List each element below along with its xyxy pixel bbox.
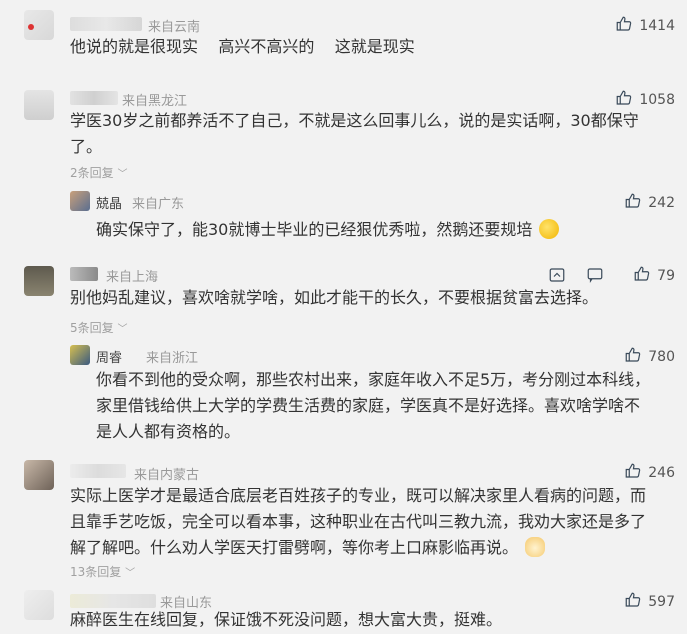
comment-text-line: 解了解吧。什么劝人学医天打雷劈啊，等你考上口麻影临再说。 <box>70 535 646 561</box>
like-button[interactable]: 79 <box>633 265 675 287</box>
username-blurred[interactable] <box>70 91 118 105</box>
comment-text-line: 学医30岁之前都养活不了自己，不就是这么回事儿么，说的是实话啊，30都保守 <box>70 111 639 130</box>
replies-count: 2条回复 <box>70 166 114 180</box>
comment-text: 麻醉医生在线回复，保证饿不死没问题，想大富大贵，挺难。 <box>70 610 503 629</box>
chevron-down-icon: ﹀ <box>125 568 136 579</box>
thumbs-up-icon <box>615 15 633 37</box>
comment-text-line: 且靠手艺吃饭，完全可以看本事，这种职业在古代叫三教九流，我劝大家还是多了 <box>70 512 647 531</box>
username-blurred[interactable] <box>70 464 126 478</box>
like-button[interactable]: 1414 <box>615 15 675 37</box>
like-button[interactable]: 242 <box>624 192 675 214</box>
like-count: 79 <box>657 268 675 284</box>
like-button[interactable]: 597 <box>624 591 675 613</box>
comment-text-line: 了。 <box>70 137 103 156</box>
reply-text-line: 是人人都有资格的。 <box>96 422 241 441</box>
comment-item: 来自黑龙江 1058 学医30岁之前都养活不了自己，不就是这么回事儿么，说的是实… <box>0 78 687 248</box>
laugh-emoji-icon <box>539 219 560 239</box>
replies-toggle[interactable]: 5条回复 ﹀ <box>70 319 127 336</box>
chevron-down-icon: ﹀ <box>117 324 128 335</box>
avatar[interactable] <box>24 266 54 296</box>
reply-text: 你看不到他的受众啊，那些农村出来，家庭年收入不足5万，考分刚过本科线， 家里借钱… <box>96 367 650 445</box>
avatar[interactable] <box>70 345 90 365</box>
replies-count: 13条回复 <box>70 565 122 579</box>
location-label: 来自广东 <box>132 197 185 212</box>
comment-text: 学医30岁之前都养活不了自己，不就是这么回事儿么，说的是实话啊，30都保守 了。 <box>70 108 639 160</box>
location-label: 来自黑龙江 <box>122 94 188 109</box>
replies-count: 5条回复 <box>70 321 114 335</box>
location-label: 来自上海 <box>106 270 159 285</box>
comment-text-content: 解了解吧。什么劝人学医天打雷劈啊，等你考上口麻影临再说。 <box>70 538 519 557</box>
like-count: 780 <box>648 349 675 365</box>
comment-text: 别他妈乱建议，喜欢啥就学啥，如此才能干的长久，不要根据贫富去选择。 <box>70 288 599 307</box>
comment-text-line: 实际上医学才是最适合底层老百姓孩子的专业，既可以解决家里人看病的问题，而 <box>70 486 647 505</box>
avatar[interactable] <box>24 10 54 40</box>
location-label: 来自云南 <box>148 20 201 35</box>
replies-toggle[interactable]: 2条回复 ﹀ <box>70 164 127 181</box>
reply-text-line: 你看不到他的受众啊，那些农村出来，家庭年收入不足5万，考分刚过本科线， <box>96 370 651 389</box>
like-count: 1414 <box>639 18 675 34</box>
username-blurred[interactable] <box>70 17 142 31</box>
like-count: 246 <box>648 465 675 481</box>
reply-text-line: 家里借钱给供上大学的学费生活费的家庭，学医真不是好选择。喜欢啥学啥不 <box>96 396 641 415</box>
reply-username[interactable]: 兢晶 <box>96 193 122 212</box>
comment-item: 来自上海 79 别他妈乱建议，喜欢啥就学啥，如此才能干的长久，不要根据贫富去选择… <box>0 258 687 448</box>
thumbs-up-icon <box>624 346 642 368</box>
comment-item: 来自云南 1414 他说的就是很现实 高兴不高兴的 这就是现实 <box>0 0 687 60</box>
like-count: 242 <box>648 195 675 211</box>
avatar[interactable] <box>24 90 54 120</box>
comment-text: 他说的就是很现实 高兴不高兴的 这就是现实 <box>70 37 415 56</box>
like-button[interactable]: 780 <box>624 346 675 368</box>
like-button[interactable]: 246 <box>624 462 675 484</box>
username-blurred[interactable] <box>70 594 156 608</box>
thumbs-up-icon <box>624 192 642 214</box>
comment-item: 来自内蒙古 246 实际上医学才是最适合底层老百姓孩子的专业，既可以解决家里人看… <box>0 456 687 586</box>
like-count: 597 <box>648 594 675 610</box>
reply-item: 周睿 来自浙江 780 你看不到他的受众啊，那些农村出来，家庭年收入不足5万，考… <box>66 342 687 442</box>
avatar[interactable] <box>24 460 54 490</box>
like-count: 1058 <box>639 92 675 108</box>
thumbs-up-icon <box>624 462 642 484</box>
replies-toggle[interactable]: 13条回复 ﹀ <box>70 563 135 580</box>
avatar[interactable] <box>24 590 54 620</box>
chevron-down-icon: ﹀ <box>117 169 128 180</box>
thumbs-up-icon <box>624 591 642 613</box>
reply-text-content: 确实保守了，能30就博士毕业的已经狠优秀啦，然鹅还要规培 <box>96 220 533 239</box>
username-blurred[interactable] <box>70 267 98 281</box>
cat-emoji-icon <box>525 537 546 557</box>
avatar[interactable] <box>70 191 90 211</box>
reply-text: 确实保守了，能30就博士毕业的已经狠优秀啦，然鹅还要规培 <box>96 217 560 243</box>
comment-item: 来自山东 597 麻醉医生在线回复，保证饿不死没问题，想大富大贵，挺难。 <box>0 584 687 634</box>
comment-text: 实际上医学才是最适合底层老百姓孩子的专业，既可以解决家里人看病的问题，而 且靠手… <box>70 483 646 561</box>
reply-item: 兢晶 来自广东 242 确实保守了，能30就博士毕业的已经狠优秀啦，然鹅还要规培 <box>66 186 687 246</box>
location-label: 来自浙江 <box>146 351 199 366</box>
thumbs-up-icon <box>633 265 651 287</box>
location-label: 来自内蒙古 <box>134 468 200 483</box>
reply-username[interactable]: 周睿 <box>96 347 122 366</box>
